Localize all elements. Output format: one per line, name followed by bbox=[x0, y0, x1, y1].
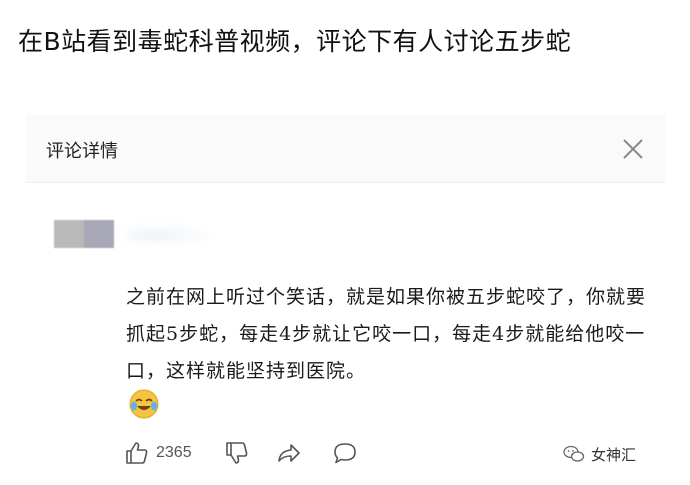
thumbs-down-icon bbox=[226, 442, 248, 464]
post-title: 在B站看到毒蛇科普视频，评论下有人讨论五步蛇 bbox=[18, 27, 572, 56]
like-count: 2365 bbox=[156, 444, 192, 461]
avatar[interactable] bbox=[54, 220, 114, 248]
watermark: 女神汇 bbox=[563, 443, 636, 465]
panel-title: 评论详情 bbox=[46, 141, 118, 162]
comment-detail-panel: 评论详情 之前在网上听过个笑话，就是如果你被五步蛇咬了，你就要抓起5步蛇，每走4… bbox=[26, 115, 666, 485]
thumbs-up-icon bbox=[126, 442, 148, 464]
panel-header: 评论详情 bbox=[26, 115, 666, 183]
comment-bubble-icon bbox=[334, 443, 356, 464]
wechat-icon bbox=[563, 445, 585, 462]
share-button[interactable] bbox=[276, 438, 302, 468]
dislike-button[interactable] bbox=[224, 438, 250, 468]
share-arrow-icon bbox=[278, 444, 300, 462]
close-button[interactable] bbox=[619, 135, 647, 163]
like-button[interactable]: 2365 bbox=[124, 438, 192, 468]
comment-text: 之前在网上听过个笑话，就是如果你被五步蛇咬了，你就要抓起5步蛇，每走4步就让它咬… bbox=[126, 286, 647, 382]
username-blurred bbox=[126, 219, 236, 251]
watermark-text: 女神汇 bbox=[591, 445, 637, 464]
reply-button[interactable] bbox=[332, 438, 358, 468]
laughing-crying-face-icon bbox=[128, 388, 160, 420]
close-icon bbox=[623, 139, 643, 159]
